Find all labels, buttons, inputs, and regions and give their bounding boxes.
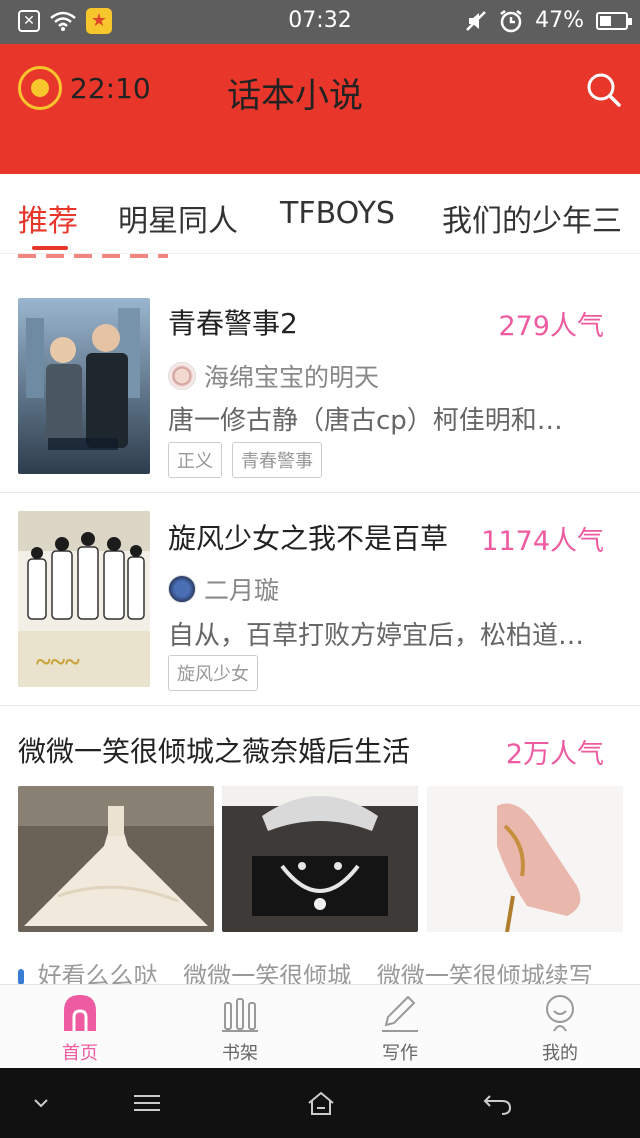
system-nav-bar xyxy=(0,1068,640,1138)
featured-title: 微微一笑很倾城之薇奈婚后生活 xyxy=(18,735,411,768)
featured-image-dress xyxy=(18,786,214,932)
nav-home-label: 首页 xyxy=(62,1043,98,1064)
search-icon[interactable] xyxy=(586,72,622,108)
back-icon[interactable] xyxy=(482,1090,512,1116)
nav-profile-label: 我的 xyxy=(542,1043,578,1064)
book-author: 海绵宝宝的明天 xyxy=(204,363,380,392)
featured-popularity: 2万人气 xyxy=(505,739,604,770)
book-title: 青春警事2 xyxy=(168,307,298,340)
featured-book[interactable]: 微微一笑很倾城之薇奈婚后生活 2万人气 好看么么哒 微微一笑很倾城 微微一笑很倾… xyxy=(0,706,640,990)
featured-image-heel xyxy=(427,786,623,932)
profile-icon xyxy=(546,995,574,1032)
alarm-icon xyxy=(500,9,522,32)
menu-icon[interactable] xyxy=(132,1090,162,1116)
nav-write-label: 写作 xyxy=(382,1043,418,1064)
book-popularity: 279人气 xyxy=(498,311,604,342)
book-tag[interactable]: 旋风少女 xyxy=(168,655,258,691)
tab-recommend[interactable]: 推荐 xyxy=(18,196,78,240)
app-title: 话本小说 xyxy=(227,76,363,116)
nav-profile[interactable]: 我的 xyxy=(480,985,640,1069)
home-outline-icon[interactable] xyxy=(306,1090,336,1116)
featured-image-tiara xyxy=(222,786,418,932)
nav-write[interactable]: 写作 xyxy=(320,985,480,1069)
bookshelf-icon xyxy=(222,998,258,1032)
chevron-down-icon[interactable] xyxy=(26,1090,56,1116)
book-card[interactable]: 青春警事2 279人气 海绵宝宝的明天 唐一修古静（唐古cp）柯佳明和… 正义 … xyxy=(0,264,640,493)
mute-icon xyxy=(466,10,486,31)
status-bar: ✕ ★ 07:32 47% xyxy=(0,0,640,44)
tab-star-fanfic[interactable]: 明星同人 xyxy=(118,196,238,240)
book-author: 二月璇 xyxy=(204,576,280,605)
book-tag[interactable]: 青春警事 xyxy=(232,442,322,478)
book-cover xyxy=(18,298,150,474)
book-card[interactable]: ~~~ 旋风少女之我不是百草 1174人气 二月璇 自从，百草打败方婷宜后，松柏… xyxy=(0,493,640,706)
tab-tfboys[interactable]: TFBOYS xyxy=(280,196,395,231)
tab-our-youth[interactable]: 我们的少年三 xyxy=(442,196,622,240)
home-icon xyxy=(64,995,96,1031)
book-title: 旋风少女之我不是百草 xyxy=(168,522,449,555)
category-tabs: 推荐 明星同人 TFBOYS 我们的少年三 xyxy=(0,174,640,254)
nav-bookshelf-label: 书架 xyxy=(222,1043,258,1064)
tab-active-indicator xyxy=(32,246,68,250)
bottom-nav: 首页 书架 写作 我的 xyxy=(0,984,640,1068)
svg-text:~~~: ~~~ xyxy=(36,647,80,678)
nav-home[interactable]: 首页 xyxy=(0,985,160,1069)
battery-percent: 47% xyxy=(535,8,584,33)
author-avatar xyxy=(168,362,196,390)
book-tag[interactable]: 正义 xyxy=(168,442,222,478)
battery-icon xyxy=(596,11,632,30)
book-description: 唐一修古静（唐古cp）柯佳明和… xyxy=(168,406,563,436)
book-cover: ~~~ xyxy=(18,511,150,687)
tag-dot-icon xyxy=(18,969,24,985)
book-popularity: 1174人气 xyxy=(481,526,604,557)
nav-bookshelf[interactable]: 书架 xyxy=(160,985,320,1069)
section-peek xyxy=(0,254,640,264)
author-avatar xyxy=(168,575,196,603)
pencil-icon xyxy=(382,995,418,1032)
book-description: 自从，百草打败方婷宜后，松柏道… xyxy=(168,621,585,651)
